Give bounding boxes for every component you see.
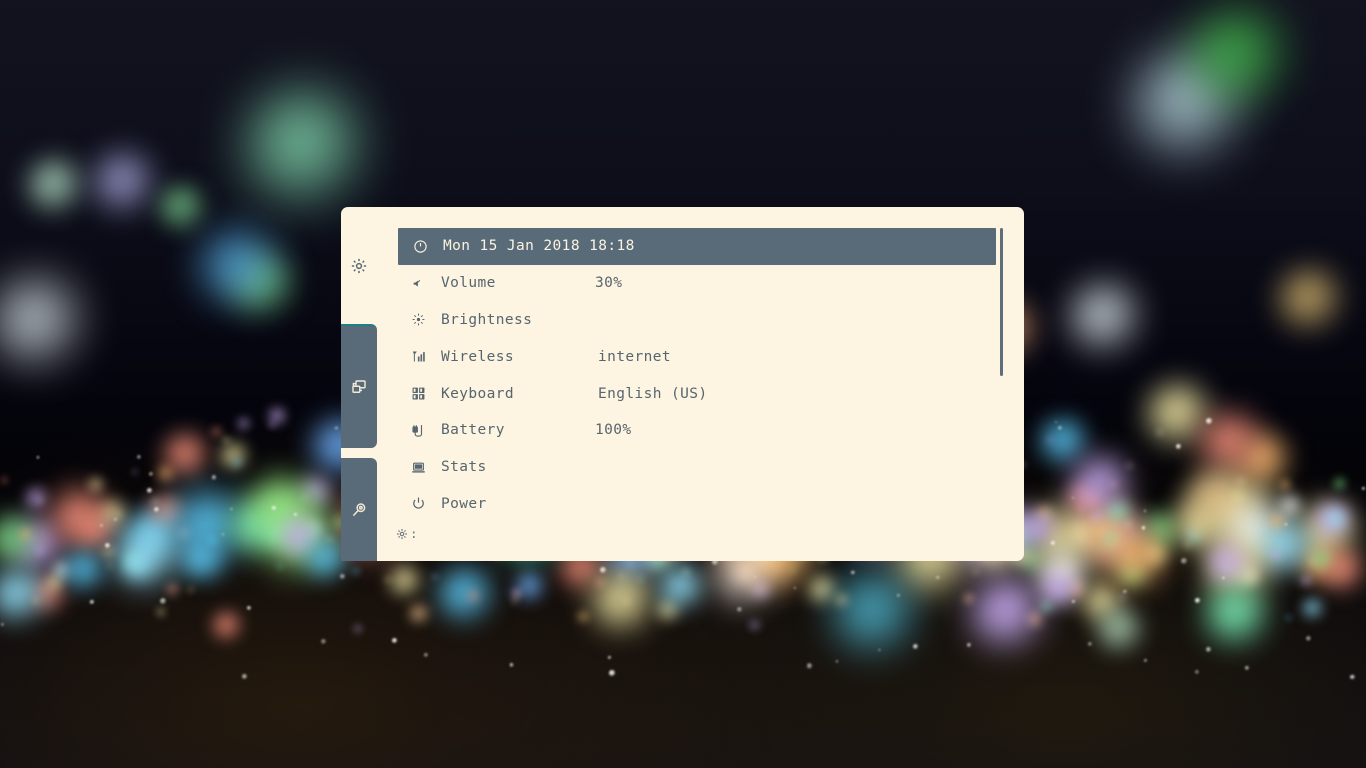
settings-gear-icon[interactable] — [341, 207, 377, 324]
vertical-scrollbar[interactable] — [1000, 228, 1003, 376]
battery-icon — [406, 423, 430, 438]
menu-item-stats[interactable]: Stats — [396, 449, 996, 486]
menu-item-battery[interactable]: Battery 100% — [396, 412, 996, 449]
menu-item-value: English (US) — [598, 385, 708, 402]
menu-item-label: Keyboard — [441, 385, 515, 402]
command-prompt[interactable]: : — [396, 526, 420, 541]
menu-item-label: Volume — [441, 275, 496, 292]
sidebar-item-windows[interactable] — [341, 324, 377, 448]
menu-item-keyboard[interactable]: Keyboard English (US) — [396, 375, 996, 412]
menu-item-value: 100% — [595, 422, 632, 439]
power-icon — [406, 496, 430, 511]
keyboard-icon — [406, 386, 430, 401]
sidebar-item-search[interactable] — [341, 458, 377, 561]
menu-item-power[interactable]: Power — [396, 486, 996, 523]
volume-mute-icon — [406, 276, 430, 291]
menu-item-label: Power — [441, 495, 487, 512]
menu-item-value: 30% — [595, 275, 623, 292]
menu-item-brightness[interactable]: Brightness — [396, 302, 996, 339]
menu-item-label: Wireless — [441, 348, 515, 365]
menu-item-volume[interactable]: Volume 30% — [396, 265, 996, 302]
system-menu-list: Mon 15 Jan 2018 18:18 Volume 30% Brightn… — [396, 228, 996, 561]
menu-item-clock[interactable]: Mon 15 Jan 2018 18:18 — [398, 228, 996, 265]
menu-item-wireless[interactable]: Wireless internet — [396, 338, 996, 375]
menu-item-label: Stats — [441, 459, 487, 476]
menu-item-label: Battery — [441, 422, 505, 439]
gear-icon — [396, 528, 408, 540]
system-menu-panel: Mon 15 Jan 2018 18:18 Volume 30% Brightn… — [341, 207, 1024, 561]
prompt-text: : — [410, 526, 418, 541]
brightness-icon — [406, 312, 430, 327]
panel-side-rail — [341, 207, 377, 561]
clock-icon — [408, 239, 432, 254]
stats-icon — [406, 460, 430, 475]
menu-item-label: Brightness — [441, 311, 533, 328]
menu-item-label: Mon 15 Jan 2018 18:18 — [443, 238, 635, 255]
menu-item-value: internet — [598, 348, 672, 365]
wireless-icon — [406, 349, 430, 364]
